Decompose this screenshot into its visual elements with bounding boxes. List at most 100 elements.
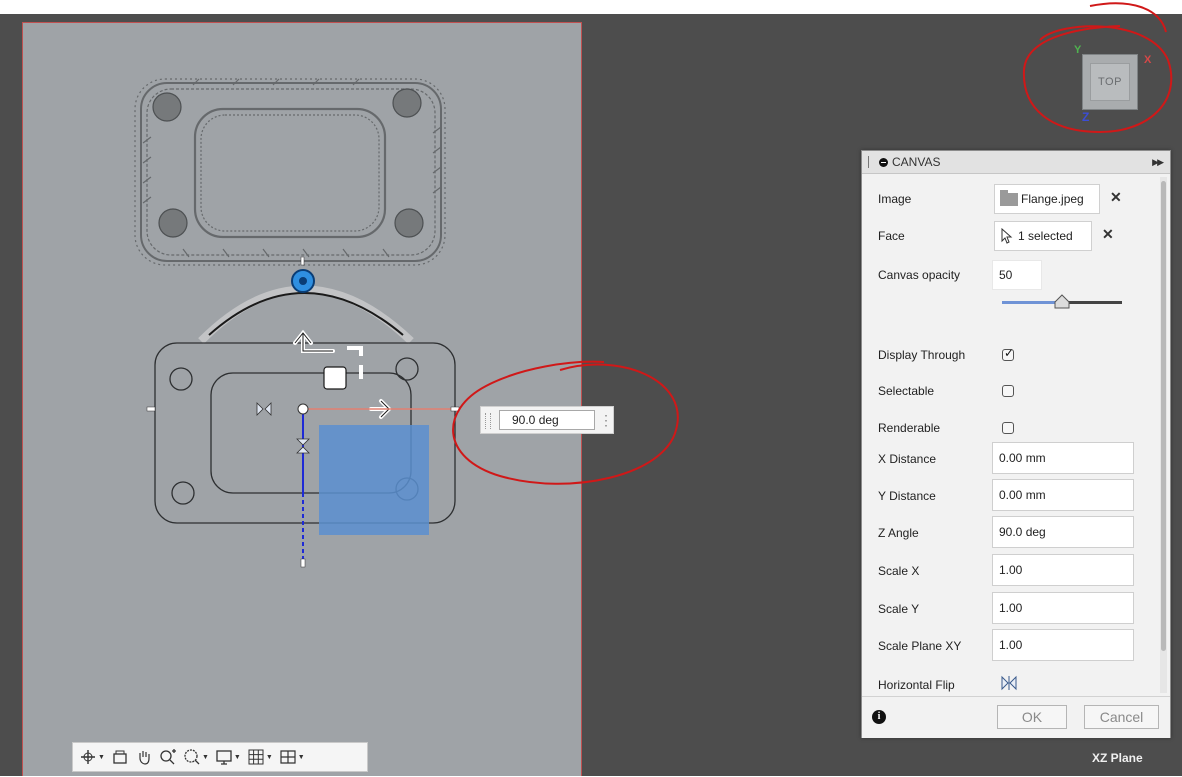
scale-y-label: Scale Y [878,602,920,616]
face-selection-count: 1 selected [1018,229,1073,243]
scale-x-label: Scale X [878,564,920,578]
horizontal-flip-row: Horizontal Flip [878,670,1158,694]
clear-image-icon[interactable]: ✕ [1110,189,1122,206]
navigation-toolbar: ▼ ▼ ▼ ▼ ▼ [72,742,368,772]
display-through-row: Display Through ✓ [878,340,1158,370]
display-settings-icon [216,750,232,765]
selectable-checkbox[interactable] [1002,385,1014,397]
horizontal-flip-icon[interactable] [1000,674,1018,692]
flange-sketch [134,78,460,568]
cursor-icon [1001,228,1013,244]
x-distance-input[interactable]: 0.00 mm [992,442,1134,474]
face-select-button[interactable]: 1 selected [994,221,1092,251]
view-cube-top-label[interactable]: TOP [1090,63,1130,101]
scale-x-input[interactable]: 1.00 [992,554,1134,586]
scale-y-row: Scale Y 1.00 [878,592,1158,626]
plane-status-label: XZ Plane [1092,751,1143,765]
folder-icon [1000,189,1018,206]
display-through-checkbox[interactable]: ✓ [1002,346,1015,361]
face-label: Face [878,229,905,243]
orbit-tool[interactable]: ▼ [79,748,105,766]
opacity-input[interactable]: 50 [992,260,1042,290]
panel-title: CANVAS [892,155,941,169]
axis-z-label: Z [1082,110,1090,124]
clear-face-icon[interactable]: ✕ [1102,226,1114,243]
image-select-button[interactable]: Flange.jpeg [994,184,1100,214]
pan-tool[interactable] [135,748,153,766]
chevron-down-icon[interactable]: ▼ [234,754,241,761]
canvas-image-sheet[interactable] [22,22,582,776]
chevron-down-icon[interactable]: ▼ [266,754,273,761]
look-at-icon [113,750,127,764]
zoom-window-tool[interactable]: ▼ [183,748,209,766]
scale-y-input[interactable]: 1.00 [992,592,1134,624]
renderable-checkbox[interactable] [1002,422,1014,434]
panel-grip-icon[interactable] [868,156,871,168]
grid-settings-tool[interactable]: ▼ [247,748,273,766]
pencil-sketch [134,78,446,266]
angle-input[interactable]: 90.0 deg [499,410,595,430]
opacity-slider[interactable] [1002,294,1122,310]
selectable-row: Selectable [878,376,1158,406]
horizontal-flip-label: Horizontal Flip [878,678,955,692]
ok-button[interactable]: OK [997,705,1067,729]
slider-filled-track [1002,301,1062,304]
image-filename: Flange.jpeg [1021,192,1084,206]
axis-x-label: X [1144,54,1152,66]
more-options-icon[interactable]: ⋮ [599,411,613,429]
z-angle-input[interactable]: 90.0 deg [992,516,1134,548]
panel-header[interactable]: CANVAS ▶▶ [862,151,1170,174]
zoom-window-icon [184,749,200,765]
angle-input-box: 90.0 deg ⋮ [480,406,614,434]
z-angle-row: Z Angle 90.0 deg [878,516,1158,550]
y-distance-label: Y Distance [878,489,936,503]
panel-scrollbar[interactable] [1160,177,1167,693]
image-row: Image Flange.jpeg ✕ [878,184,1158,214]
chevron-down-icon[interactable]: ▼ [98,754,105,761]
view-cube[interactable]: Y X TOP Z [1074,44,1164,134]
panel-body: Image Flange.jpeg ✕ Face 1 selected ✕ Ca… [862,174,1158,694]
x-distance-row: X Distance 0.00 mm [878,442,1158,476]
axis-y-label: Y [1074,44,1082,56]
renderable-row: Renderable [878,413,1158,443]
grid-settings-icon [248,749,264,765]
drag-grip-icon[interactable] [485,413,491,429]
opacity-row: Canvas opacity 50 [878,260,1158,290]
face-row: Face 1 selected ✕ [878,221,1158,251]
canvas-dialog: CANVAS ▶▶ Image Flange.jpeg ✕ Face 1 sel… [861,150,1171,738]
chevron-down-icon[interactable]: ▼ [298,754,305,761]
opacity-slider-row [878,294,1158,312]
viewports-tool[interactable]: ▼ [279,748,305,766]
slider-empty-track [1062,301,1122,304]
orbit-icon [81,750,95,764]
cancel-button[interactable]: Cancel [1084,705,1159,729]
collapse-icon[interactable] [879,157,888,167]
viewports-icon [280,750,296,764]
scale-x-row: Scale X 1.00 [878,554,1158,588]
zoom-tool[interactable] [159,748,177,766]
view-cube-face[interactable]: TOP [1082,54,1138,110]
scale-plane-xy-row: Scale Plane XY 1.00 [878,629,1158,663]
scrollbar-thumb[interactable] [1161,181,1166,651]
image-label: Image [878,192,912,206]
selectable-label: Selectable [878,384,935,398]
scale-plane-xy-input[interactable]: 1.00 [992,629,1134,661]
chevron-down-icon[interactable]: ▼ [202,754,209,761]
scale-plane-xy-label: Scale Plane XY [878,639,962,653]
y-distance-input[interactable]: 0.00 mm [992,479,1134,511]
display-settings-tool[interactable]: ▼ [215,748,241,766]
panel-footer: i OK Cancel [862,696,1170,738]
y-distance-row: Y Distance 0.00 mm [878,479,1158,513]
zoom-icon [160,749,176,765]
display-through-label: Display Through [878,348,966,362]
pan-icon [139,751,150,765]
look-at-tool[interactable] [111,748,129,766]
opacity-label: Canvas opacity [878,268,961,282]
check-icon: ✓ [1004,346,1015,360]
slider-thumb[interactable] [1054,294,1070,310]
renderable-label: Renderable [878,421,941,435]
x-distance-label: X Distance [878,452,937,466]
expand-icon[interactable]: ▶▶ [1152,157,1164,168]
z-angle-label: Z Angle [878,526,919,540]
info-icon[interactable]: i [872,710,886,724]
